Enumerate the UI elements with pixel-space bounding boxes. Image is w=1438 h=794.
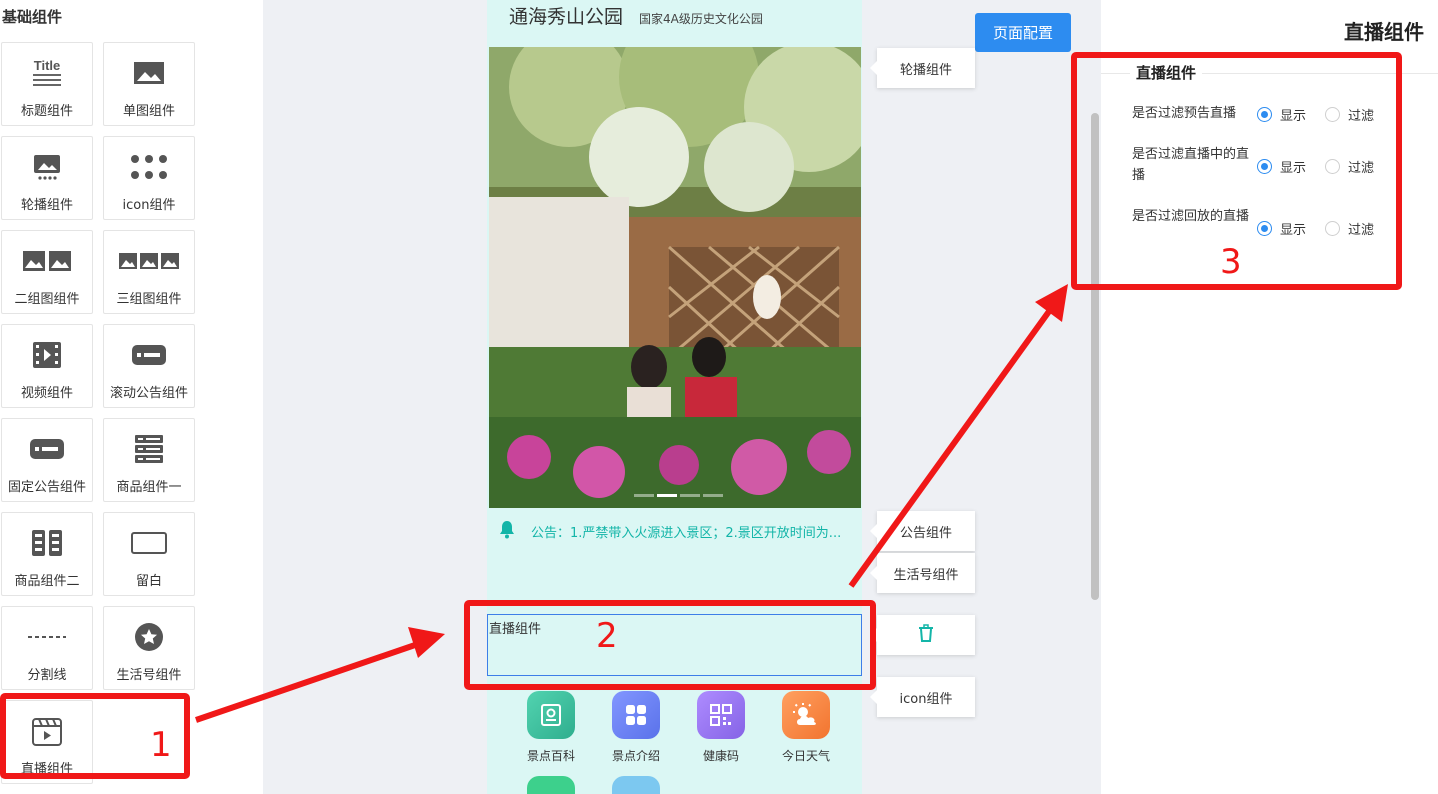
nav-label: 景点介绍 <box>611 749 660 763</box>
dashed-line-icon <box>2 621 92 653</box>
product-grid-icon <box>2 527 92 559</box>
nav-item-weather[interactable]: 今日天气 <box>766 691 846 764</box>
tile-label: 三组图组件 <box>116 292 182 307</box>
tag-carousel[interactable]: 轮播组件 <box>870 48 975 88</box>
annotation-number-1: 1 <box>150 725 172 765</box>
encyclopedia-icon <box>527 691 575 739</box>
tag-icon-component[interactable]: icon组件 <box>870 677 975 717</box>
tile-label: 单图组件 <box>122 104 175 119</box>
grid-apps-icon <box>612 691 660 739</box>
nav-item-encyclopedia[interactable]: 景点百科 <box>511 691 591 764</box>
carousel-dot-active[interactable] <box>657 494 677 497</box>
park-photo-illustration <box>489 47 861 508</box>
tile-label: 固定公告组件 <box>7 480 86 495</box>
nav-item-partial[interactable] <box>527 776 575 794</box>
annotation-number-3: 3 <box>1220 242 1242 282</box>
three-images-icon <box>104 245 194 277</box>
carousel-dot[interactable] <box>634 494 654 497</box>
tile-carousel[interactable]: 轮播组件 <box>1 136 93 220</box>
dots-grid-icon <box>104 151 194 183</box>
component-palette: 基础组件 Title 标题组件 单图组件 轮播组件 icon组件 二组图组件 三… <box>0 0 263 794</box>
nav-item-intro[interactable]: 景点介绍 <box>596 691 676 764</box>
scroll-notice-icon <box>104 339 194 371</box>
tile-life-account[interactable]: 生活号组件 <box>103 606 195 690</box>
tile-label: 轮播组件 <box>20 198 73 213</box>
tile-video[interactable]: 视频组件 <box>1 324 93 408</box>
tile-title-component[interactable]: Title 标题组件 <box>1 42 93 126</box>
bell-icon <box>497 519 517 543</box>
svg-text:Title: Title <box>34 58 61 73</box>
carousel-image[interactable] <box>489 47 861 508</box>
single-image-icon <box>104 57 194 89</box>
nav-label: 景点百科 <box>526 749 575 763</box>
page-title: 通海秀山公园 <box>509 6 624 28</box>
carousel-dot[interactable] <box>703 494 723 497</box>
tile-three-images[interactable]: 三组图组件 <box>103 230 195 314</box>
blank-rect-icon <box>104 527 194 559</box>
annotation-number-2: 2 <box>596 616 618 656</box>
tile-label: 标题组件 <box>20 104 73 119</box>
notice-bar[interactable]: 公告：1.严禁带入火源进入景区；2.景区开放时间为... <box>497 519 862 543</box>
tile-label: icon组件 <box>122 198 176 213</box>
tag-notice[interactable]: 公告组件 <box>870 511 975 551</box>
annotation-box-2 <box>464 600 876 690</box>
tile-single-image[interactable]: 单图组件 <box>103 42 195 126</box>
tile-product-one[interactable]: 商品组件一 <box>103 418 195 502</box>
tile-label: 视频组件 <box>20 386 73 401</box>
tile-scroll-notice[interactable]: 滚动公告组件 <box>103 324 195 408</box>
star-circle-icon <box>104 621 194 653</box>
tile-icon-component[interactable]: icon组件 <box>103 136 195 220</box>
nav-item-health-code[interactable]: 健康码 <box>681 691 761 764</box>
tile-label: 分割线 <box>27 668 67 683</box>
two-images-icon <box>2 245 92 277</box>
nav-label: 健康码 <box>702 749 739 763</box>
tile-blank[interactable]: 留白 <box>103 512 195 596</box>
film-icon <box>2 339 92 371</box>
qr-code-icon <box>697 691 745 739</box>
trash-icon <box>917 624 935 646</box>
notice-text: 公告：1.严禁带入火源进入景区；2.景区开放时间为... <box>531 525 842 541</box>
tile-label: 留白 <box>135 574 162 589</box>
delete-button[interactable] <box>870 615 975 655</box>
carousel-icon <box>2 151 92 183</box>
palette-title: 基础组件 <box>2 8 63 26</box>
carousel-indicator[interactable] <box>634 494 723 497</box>
weather-icon <box>782 691 830 739</box>
nav-item-partial[interactable] <box>612 776 660 794</box>
tile-label: 二组图组件 <box>14 292 80 307</box>
tile-label: 商品组件二 <box>14 574 80 589</box>
tile-label: 商品组件一 <box>116 480 182 495</box>
page-config-button[interactable]: 页面配置 <box>975 13 1071 52</box>
tile-label: 滚动公告组件 <box>109 386 188 401</box>
tag-life-account[interactable]: 生活号组件 <box>870 553 975 593</box>
tile-fixed-notice[interactable]: 固定公告组件 <box>1 418 93 502</box>
tile-product-two[interactable]: 商品组件二 <box>1 512 93 596</box>
nav-label: 今日天气 <box>781 749 830 763</box>
title-icon: Title <box>2 57 92 89</box>
product-list-icon <box>104 433 194 465</box>
fixed-notice-icon <box>2 433 92 465</box>
tile-label: 生活号组件 <box>116 668 182 683</box>
tile-two-images[interactable]: 二组图组件 <box>1 230 93 314</box>
tile-divider[interactable]: 分割线 <box>1 606 93 690</box>
config-panel-title: 直播组件 <box>1344 20 1424 44</box>
carousel-dot[interactable] <box>680 494 700 497</box>
page-subtitle: 国家4A级历史文化公园 <box>639 12 763 26</box>
